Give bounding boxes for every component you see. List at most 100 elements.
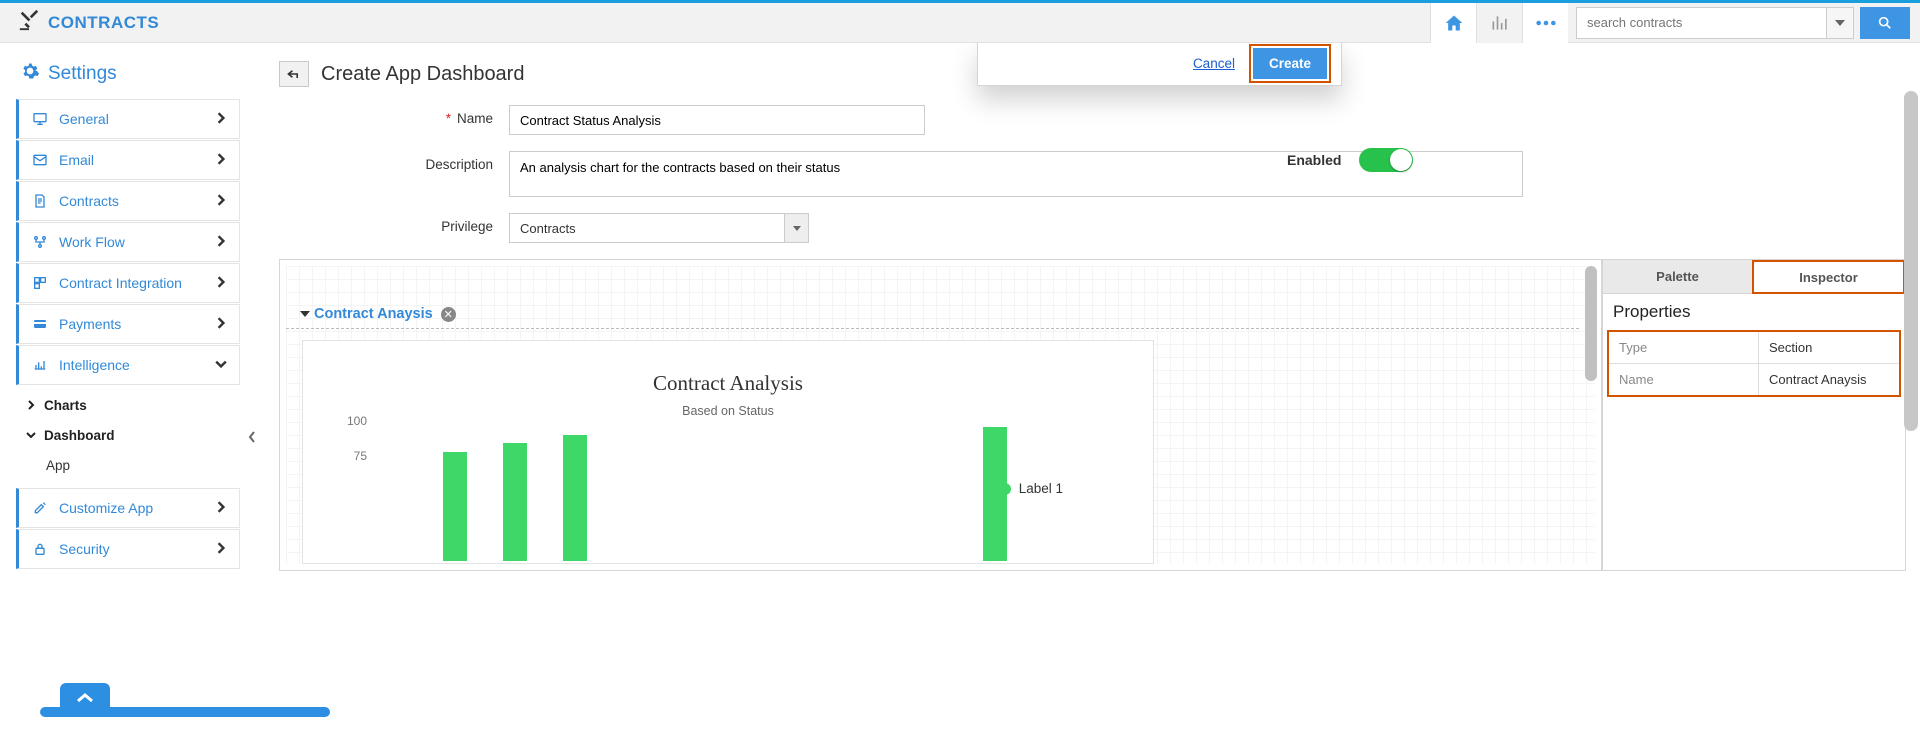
prop-value: Section [1759,332,1899,363]
prop-value: Contract Anaysis [1759,364,1899,395]
properties-table: Type Section Name Contract Anaysis [1607,330,1901,397]
nav-intelligence[interactable]: Intelligence [16,345,240,385]
enabled-block: Enabled [1287,148,1413,172]
nav-label: Security [59,541,110,557]
nav-label: Payments [59,316,121,332]
inspector-tabs: Palette Inspector [1603,260,1905,294]
subnav-label: Charts [44,398,87,413]
row-name: Name [415,105,1906,135]
chart-card[interactable]: Contract Analysis Based on Status 75100 … [302,340,1154,564]
search-input[interactable] [1576,7,1826,39]
back-button[interactable] [279,61,309,87]
topbar-right [1430,3,1910,42]
gear-icon [20,61,40,87]
bar [563,435,587,561]
form: Name Description An analysis chart for t… [279,105,1906,243]
prop-key: Name [1609,364,1759,395]
chart-area: 75100 [373,421,1013,561]
enabled-toggle[interactable] [1359,148,1413,172]
tab-palette[interactable]: Palette [1603,260,1752,294]
sidebar: Settings General Email Contracts Work Fl… [0,43,245,713]
bar [443,452,467,561]
nav-integration[interactable]: Contract Integration [16,263,240,303]
designer: Contract Anaysis ✕ Contract Analysis Bas… [279,259,1906,571]
inspector-panel: Palette Inspector Properties Type Sectio… [1602,259,1906,571]
chevron-right-icon [215,193,227,209]
legend-label: Label 1 [1019,481,1063,496]
nav-email[interactable]: Email [16,140,240,180]
nav-customize[interactable]: Customize App [16,488,240,528]
email-icon [29,152,51,168]
section-title: Contract Anaysis [314,306,433,322]
nav-general[interactable]: General [16,99,240,139]
nav-label: General [59,111,109,127]
brand-text: CONTRACTS [48,13,159,33]
section-divider [286,328,1579,329]
home-icon[interactable] [1430,3,1476,43]
workflow-icon [29,234,51,250]
search-button[interactable] [1860,7,1910,39]
prop-row-name: Name Contract Anaysis [1609,364,1899,395]
privilege-label: Privilege [415,213,509,234]
subnav-dashboard[interactable]: Dashboard [26,420,245,450]
y-tick: 100 [333,414,367,428]
chevron-right-icon [215,500,227,516]
chart-title: Contract Analysis [303,371,1153,396]
legend-color-icon [999,483,1011,495]
monitor-icon [29,111,51,127]
privilege-select[interactable]: Contracts [509,213,809,243]
nav-list-bottom: Customize App Security [16,488,245,569]
nav-payments[interactable]: Payments [16,304,240,344]
chevron-right-icon [215,541,227,557]
document-icon [29,193,51,209]
subnav-label: App [46,458,70,473]
row-description: Description An analysis chart for the co… [415,151,1906,197]
nav-label: Contract Integration [59,275,182,291]
section-header[interactable]: Contract Anaysis ✕ [302,306,456,322]
nav-security[interactable]: Security [16,529,240,569]
search-box [1576,7,1910,39]
chevron-right-icon [215,275,227,291]
brand: CONTRACTS [18,9,159,36]
nav-label: Work Flow [59,234,125,250]
canvas-scrollbar[interactable] [1585,266,1597,556]
name-input[interactable] [509,105,925,135]
create-highlight: Create [1249,44,1331,83]
gavel-icon [18,9,40,36]
nav-list: General Email Contracts Work Flow Contra [16,99,245,385]
subnav-app[interactable]: App [26,450,245,480]
create-button[interactable]: Create [1253,48,1327,79]
chart-icon[interactable] [1476,3,1522,43]
subnav-label: Dashboard [44,428,115,443]
nav-label: Intelligence [59,357,130,373]
page-scrollbar[interactable] [1904,91,1918,731]
nav-workflow[interactable]: Work Flow [16,222,240,262]
nav-label: Contracts [59,193,119,209]
chevron-down-icon [26,430,42,440]
nav-label: Customize App [59,500,153,516]
delete-section-icon[interactable]: ✕ [441,307,456,322]
lock-icon [29,541,51,557]
topbar: CONTRACTS [0,0,1920,43]
action-callout: Cancel Create [977,43,1342,86]
search-dropdown[interactable] [1826,7,1854,39]
nav-contracts[interactable]: Contracts [16,181,240,221]
subnav-charts[interactable]: Charts [26,390,245,420]
scroll-top-button[interactable] [60,683,110,713]
intelligence-icon [29,357,51,373]
chevron-right-icon [26,400,42,410]
prop-row-type: Type Section [1609,332,1899,364]
chevron-down-icon [215,357,227,373]
cancel-link[interactable]: Cancel [1193,56,1235,71]
sidebar-collapse-handle[interactable] [245,423,259,451]
chart-subtitle: Based on Status [303,404,1153,418]
content: Create App Dashboard Cancel Create Enabl… [245,43,1920,713]
more-icon[interactable] [1522,3,1568,43]
canvas[interactable]: Contract Anaysis ✕ Contract Analysis Bas… [279,259,1602,571]
nav-label: Email [59,152,94,168]
y-tick: 75 [333,449,367,463]
disclosure-icon [300,311,310,317]
chevron-right-icon [215,316,227,332]
row-privilege: Privilege Contracts [415,213,1906,243]
tab-inspector[interactable]: Inspector [1752,260,1905,294]
